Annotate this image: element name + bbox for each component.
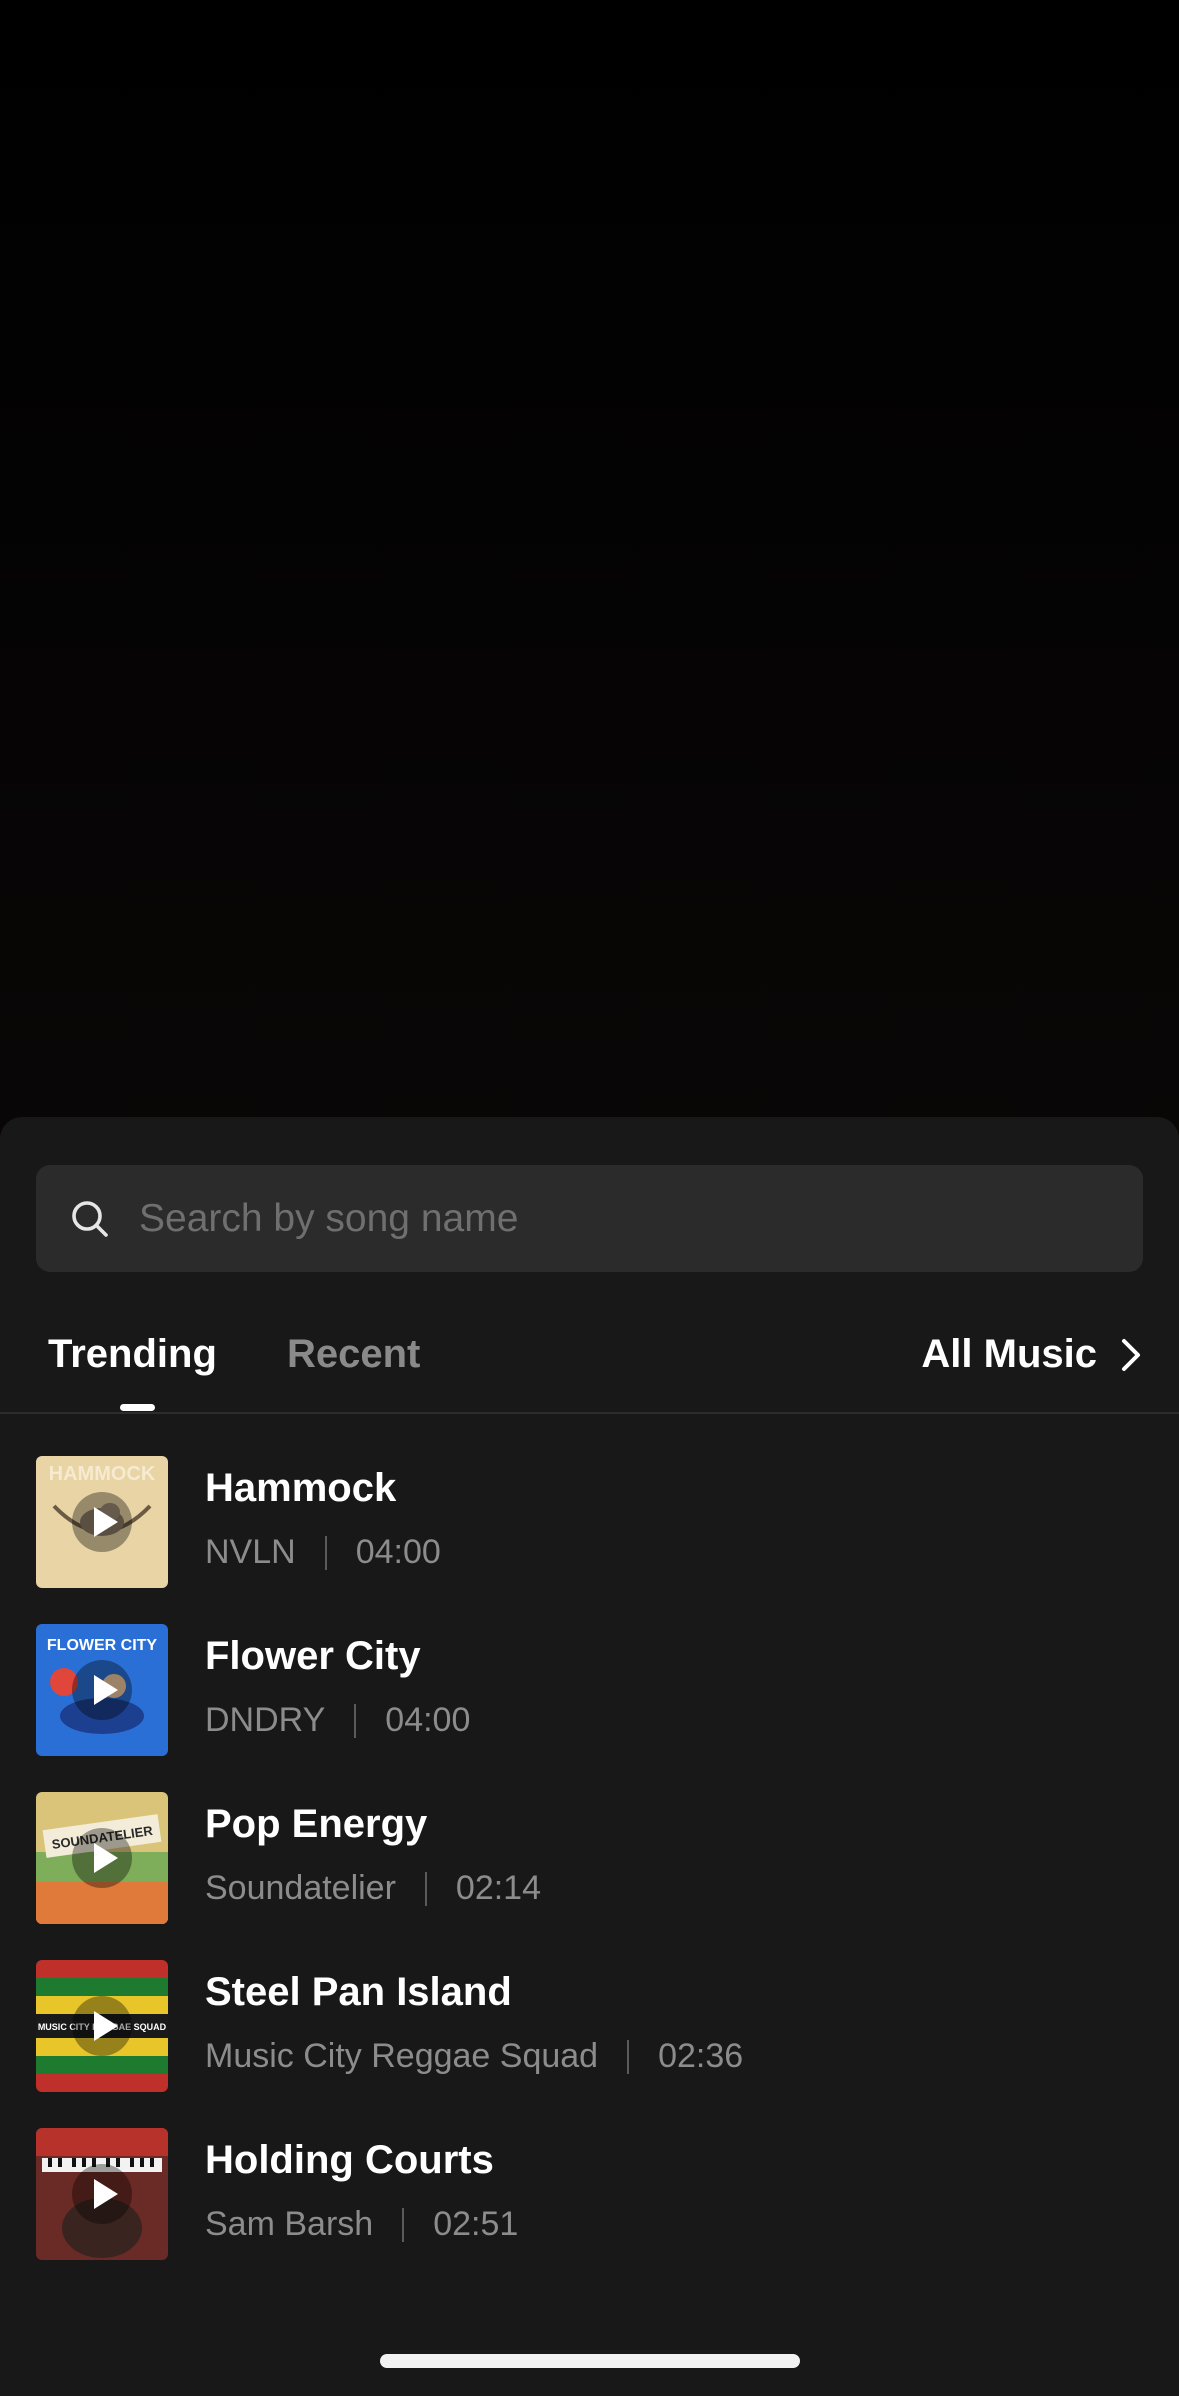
screen: Trending Recent All Music HAMMOCK (0, 0, 1179, 2396)
cover-text: HAMMOCK (49, 1463, 156, 1485)
camera-preview-backdrop[interactable] (0, 0, 1179, 1120)
meta-separator (354, 1703, 357, 1738)
tab-trending[interactable]: Trending (48, 1332, 217, 1377)
song-title: Hammock (205, 1466, 397, 1510)
song-duration: 02:51 (433, 2205, 519, 2243)
song-meta: NVLN 04:00 (205, 1533, 441, 1572)
song-meta: DNDRY 04:00 (205, 1701, 470, 1740)
all-music-link[interactable]: All Music (921, 1332, 1143, 1377)
song-artist: NVLN (205, 1533, 296, 1571)
song-item[interactable]: MUSIC CITY REGGAE SQUAD Steel Pan Island… (0, 1960, 1179, 2128)
song-meta: Sam Barsh 02:51 (205, 2205, 518, 2244)
song-title: Pop Energy (205, 1802, 428, 1846)
song-item[interactable]: Holding Courts Sam Barsh 02:51 (0, 2128, 1179, 2296)
chevron-right-icon (1122, 1338, 1140, 1371)
album-cover[interactable]: MUSIC CITY REGGAE SQUAD (36, 1960, 168, 2092)
play-icon[interactable] (72, 1492, 132, 1552)
song-meta: Soundatelier 02:14 (205, 1869, 541, 1908)
album-cover[interactable]: HAMMOCK (36, 1456, 168, 1588)
search-input[interactable] (139, 1165, 1119, 1272)
play-icon[interactable] (72, 1828, 132, 1888)
album-cover[interactable]: FLOWER CITY (36, 1624, 168, 1756)
play-icon[interactable] (72, 2164, 132, 2224)
song-meta: Music City Reggae Squad 02:36 (205, 2037, 743, 2076)
song-title: Holding Courts (205, 2138, 494, 2182)
song-duration: 02:36 (658, 2037, 744, 2075)
tab-bar: Trending Recent All Music (0, 1292, 1179, 1412)
song-item[interactable]: HAMMOCK Hammock NVLN 04:00 (0, 1456, 1179, 1624)
song-duration: 04:00 (385, 1701, 471, 1739)
meta-separator (324, 1535, 327, 1570)
song-title: Flower City (205, 1634, 421, 1678)
album-cover[interactable] (36, 2128, 168, 2260)
song-artist: DNDRY (205, 1701, 326, 1739)
tab-divider (0, 1412, 1179, 1414)
song-item[interactable]: SOUNDATELIER Pop Energy Soundatelier 02:… (0, 1792, 1179, 1960)
active-tab-indicator (120, 1404, 155, 1411)
song-item[interactable]: FLOWER CITY Flower City DNDRY 04:00 (0, 1624, 1179, 1792)
song-artist: Sam Barsh (205, 2205, 374, 2243)
song-duration: 02:14 (455, 1869, 542, 1907)
meta-separator (424, 1871, 427, 1906)
cover-text: FLOWER CITY (47, 1637, 158, 1654)
song-artist: Soundatelier (205, 1869, 396, 1907)
meta-separator (627, 2039, 630, 2074)
song-artist: Music City Reggae Squad (205, 2037, 599, 2075)
search-icon (72, 1201, 108, 1237)
search-bar[interactable] (36, 1165, 1143, 1272)
play-icon[interactable] (72, 1996, 132, 2056)
play-icon[interactable] (72, 1660, 132, 1720)
all-music-label: All Music (921, 1332, 1097, 1376)
album-cover[interactable]: SOUNDATELIER (36, 1792, 168, 1924)
song-duration: 04:00 (355, 1533, 441, 1571)
meta-separator (402, 2207, 405, 2242)
home-indicator[interactable] (380, 2354, 800, 2368)
tab-recent[interactable]: Recent (287, 1332, 420, 1377)
song-title: Steel Pan Island (205, 1970, 512, 2014)
